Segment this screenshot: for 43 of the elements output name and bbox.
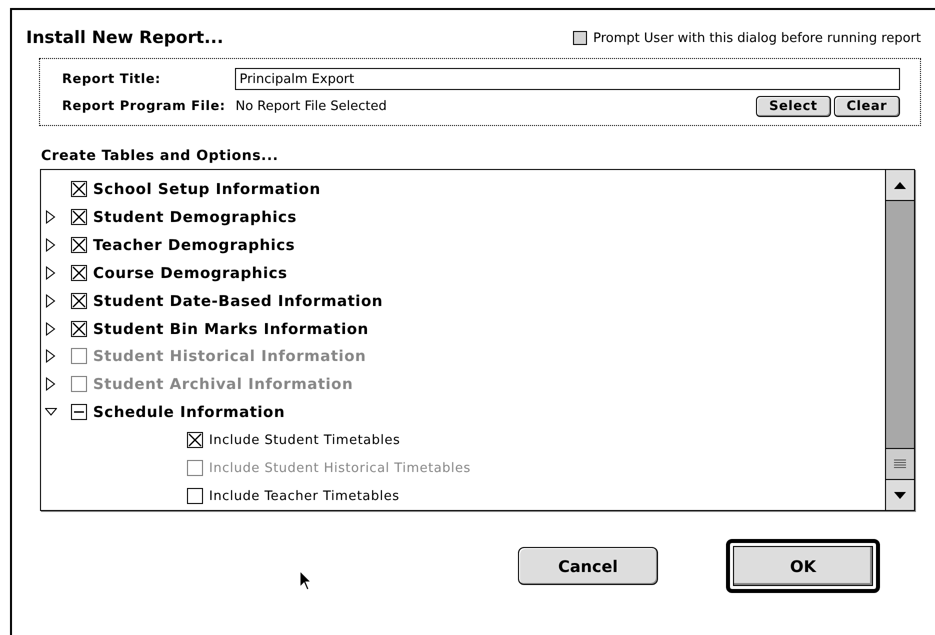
option-label: Student Historical Information	[93, 347, 366, 366]
checkbox[interactable]	[71, 404, 87, 420]
option-label: Student Demographics	[93, 208, 297, 226]
report-title-label: Report Title:	[62, 72, 162, 86]
option-label: School Setup Information	[93, 180, 321, 198]
collapsed-triangle-icon[interactable]	[45, 294, 57, 308]
option-label: Teacher Demographics	[93, 236, 296, 254]
collapsed-triangle-icon[interactable]	[45, 266, 57, 280]
report-file-label: Report Program File:	[62, 99, 226, 114]
prompt-checkbox[interactable]	[573, 31, 588, 45]
checkbox[interactable]	[71, 264, 87, 281]
prompt-label: Prompt User with this dialog before running report	[593, 30, 921, 46]
option-label: Student Archival Information	[93, 375, 354, 394]
scroll-down-icon[interactable]	[894, 492, 906, 498]
checkbox[interactable]	[71, 208, 87, 225]
collapsed-triangle-icon[interactable]	[45, 322, 57, 336]
scroll-thumb-icon[interactable]	[894, 459, 906, 469]
select-button[interactable]: Select	[756, 96, 830, 117]
scrollbar[interactable]	[885, 170, 914, 510]
dialog-title: Install New Report...	[26, 28, 224, 48]
checkbox[interactable]	[71, 236, 87, 253]
checkbox[interactable]	[187, 432, 203, 448]
checkbox[interactable]	[187, 488, 203, 504]
collapsed-triangle-icon[interactable]	[45, 210, 57, 224]
option-label: Schedule Information	[93, 403, 286, 422]
ok-button[interactable]: OK	[726, 539, 880, 593]
checkbox[interactable]	[71, 320, 87, 337]
clear-button[interactable]: Clear	[834, 96, 900, 117]
report-title-field[interactable]: Principalm Export	[235, 68, 900, 90]
section-heading: Create Tables and Options...	[41, 148, 280, 164]
option-label: Include Student Historical Timetables	[209, 460, 471, 476]
option-label: Include Student Timetables	[209, 432, 400, 448]
collapsed-triangle-icon[interactable]	[45, 238, 57, 252]
report-file-value: No Report File Selected	[235, 99, 387, 114]
checkbox[interactable]	[71, 292, 87, 309]
option-label: Student Bin Marks Information	[93, 320, 369, 338]
pointer-cursor-icon	[299, 570, 313, 592]
scroll-up-icon[interactable]	[894, 182, 906, 188]
option-label: Include Teacher Timetables	[209, 488, 400, 504]
cancel-button[interactable]: Cancel	[518, 547, 658, 585]
option-label: Course Demographics	[93, 264, 288, 282]
checkbox[interactable]	[71, 180, 87, 197]
option-label: Student Date-Based Information	[93, 292, 383, 310]
